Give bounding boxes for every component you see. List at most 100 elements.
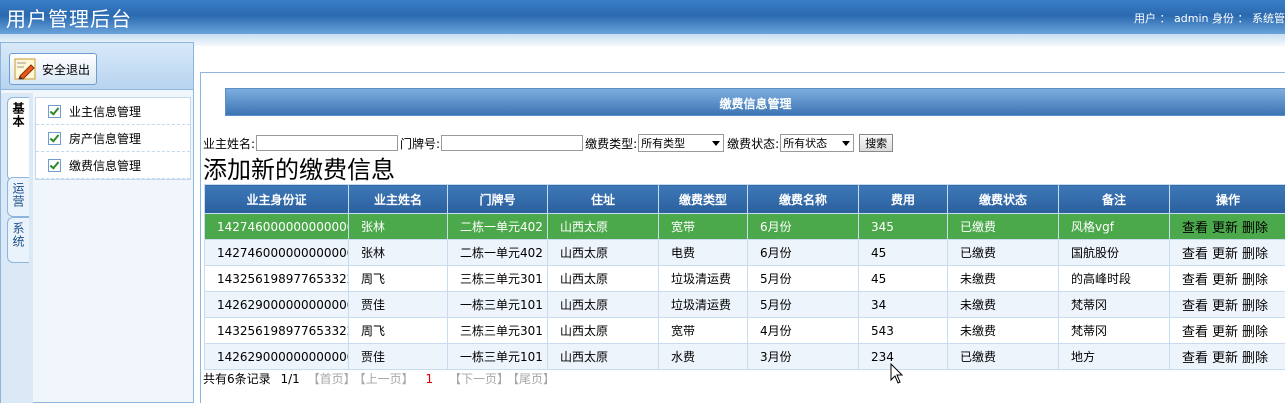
search-button[interactable]: 搜索 [859,134,894,152]
table-row: 143256198977653322 周飞 三栋三单元301 山西太原 宽带 4月份 543… [204,317,1285,344]
chevron-down-icon [712,141,721,146]
delete-button[interactable]: 删除 [1242,351,1268,366]
fee-name-cell: 5月份 [747,265,859,292]
amount-cell: 543 [858,317,948,344]
id-card-cell: 143256198977653322 [204,317,349,344]
last-page-link[interactable]: 【尾页】 [513,372,555,386]
column-header: 缴费名称 [747,184,859,214]
tab-operation[interactable]: 运营 [7,177,29,217]
checkbox-icon [48,104,61,118]
fee-name-cell: 6月份 [747,239,859,266]
address-cell: 山西太原 [547,343,659,370]
add-payment-link[interactable]: 添加新的缴费信息 [203,150,395,185]
update-button[interactable]: 更新 [1212,351,1238,366]
owner-name-cell: 张林 [348,239,448,266]
fee-type-cell: 宽带 [658,317,748,344]
amount-cell: 34 [858,291,948,318]
sidebar-item-owner-info[interactable]: 业主信息管理 [36,98,190,125]
door-no-input[interactable] [441,135,584,151]
table-row: 142746000000000000 张林 二栋一单元402 山西太原 宽带 6月份 345… [204,213,1285,240]
logout-area: 安全退出 [1,43,193,90]
payment-table: 业主身份证 业主姓名 门牌号 住址 缴费类型 缴费名称 费用 缴费状态 备注 操… [204,184,1285,370]
delete-button[interactable]: 删除 [1242,221,1268,236]
view-button[interactable]: 查看 [1182,273,1208,288]
top-header: 用户管理后台 用户 ： admin 身份 ： 系统管 [0,0,1285,34]
address-cell: 山西太原 [547,213,659,240]
update-button[interactable]: 更新 [1212,325,1238,340]
amount-cell: 45 [858,239,948,266]
left-panel: 安全退出 基本 运营 系统 业主信息管理 房产信息管理 缴费信息管理 [0,42,194,403]
update-button[interactable]: 更新 [1212,299,1238,314]
door-no-cell: 二栋一单元402 [447,239,548,266]
page-info: 1/1 [280,372,300,386]
fee-type-label: 缴费类型: [585,136,638,151]
fee-type-select[interactable]: 所有类型 [638,134,725,152]
main-content: 缴费信息管理 业主姓名: 门牌号: 缴费类型: 所有类型 缴费状态: 所有状态 … [200,72,1285,403]
row-actions-cell: 查看 更新 删除 [1169,291,1285,318]
column-header: 门牌号 [447,184,548,214]
update-button[interactable]: 更新 [1212,273,1238,288]
id-card-cell: 142629000000000000 [204,343,349,370]
record-count: 共有6条记录 [203,372,271,386]
current-page[interactable]: 1 [425,372,433,386]
section-title: 缴费信息管理 [719,97,792,111]
door-no-label: 门牌号: [400,136,441,151]
fee-type-cell: 垃圾清运费 [658,291,748,318]
view-button[interactable]: 查看 [1182,325,1208,340]
view-button[interactable]: 查看 [1182,351,1208,366]
checkbox-icon [48,131,61,145]
sidebar-item-payment-info[interactable]: 缴费信息管理 [36,152,190,179]
sidebar-item-property-info[interactable]: 房产信息管理 [36,125,190,152]
pencil-icon [14,58,36,80]
mouse-cursor-icon [890,363,904,384]
tab-operation-label: 运营 [11,182,25,208]
owner-name-cell: 贾佳 [348,343,448,370]
address-cell: 山西太原 [547,317,659,344]
door-no-cell: 二栋一单元402 [447,213,548,240]
column-header: 费用 [858,184,948,214]
fee-name-cell: 3月份 [747,343,859,370]
status-cell: 已缴费 [947,343,1059,370]
table-header-row: 业主身份证 业主姓名 门牌号 住址 缴费类型 缴费名称 费用 缴费状态 备注 操… [204,184,1285,214]
delete-button[interactable]: 删除 [1242,273,1268,288]
sidebar-tab-strip: 基本 运营 系统 [1,93,33,403]
address-cell: 山西太原 [547,239,659,266]
next-page-link[interactable]: 【下一页】 [449,372,509,386]
tab-system[interactable]: 系统 [7,217,29,263]
update-button[interactable]: 更新 [1212,221,1238,236]
sidebar-item-label: 房产信息管理 [69,131,142,146]
status-cell: 未缴费 [947,265,1059,292]
view-button[interactable]: 查看 [1182,221,1208,236]
column-header: 缴费状态 [947,184,1059,214]
door-no-cell: 一栋三单元101 [447,343,548,370]
view-button[interactable]: 查看 [1182,247,1208,262]
id-card-cell: 142746000000000000 [204,213,349,240]
address-cell: 山西太原 [547,265,659,292]
fee-name-cell: 4月份 [747,317,859,344]
fee-type-selected: 所有类型 [641,137,686,150]
logout-button[interactable]: 安全退出 [9,53,97,85]
update-button[interactable]: 更新 [1212,247,1238,262]
row-actions-cell: 查看 更新 删除 [1169,239,1285,266]
delete-button[interactable]: 删除 [1242,247,1268,262]
fee-type-cell: 垃圾清运费 [658,265,748,292]
chevron-down-icon [842,141,851,146]
id-card-cell: 142746000000000000 [204,239,349,266]
view-button[interactable]: 查看 [1182,299,1208,314]
amount-cell: 45 [858,265,948,292]
delete-button[interactable]: 删除 [1242,325,1268,340]
owner-name-input[interactable] [256,135,399,151]
logout-label: 安全退出 [42,62,91,77]
fee-status-label: 缴费状态: [727,136,780,151]
tab-basic[interactable]: 基本 [7,97,29,181]
prev-page-link[interactable]: 【上一页】 [360,372,414,386]
note-cell: 地方 [1058,343,1170,370]
first-page-link[interactable]: 【首页】 [308,372,356,386]
table-row: 142629000000000000 贾佳 一栋三单元101 山西太原 垃圾清运费 5月份… [204,291,1285,318]
row-actions-cell: 查看 更新 删除 [1169,343,1285,370]
fee-status-select[interactable]: 所有状态 [780,134,855,152]
id-card-cell: 143256198977653322 [204,265,349,292]
status-cell: 未缴费 [947,317,1059,344]
table-row: 143256198977653322 周飞 三栋三单元301 山西太原 垃圾清运费 5月份… [204,265,1285,292]
delete-button[interactable]: 删除 [1242,299,1268,314]
